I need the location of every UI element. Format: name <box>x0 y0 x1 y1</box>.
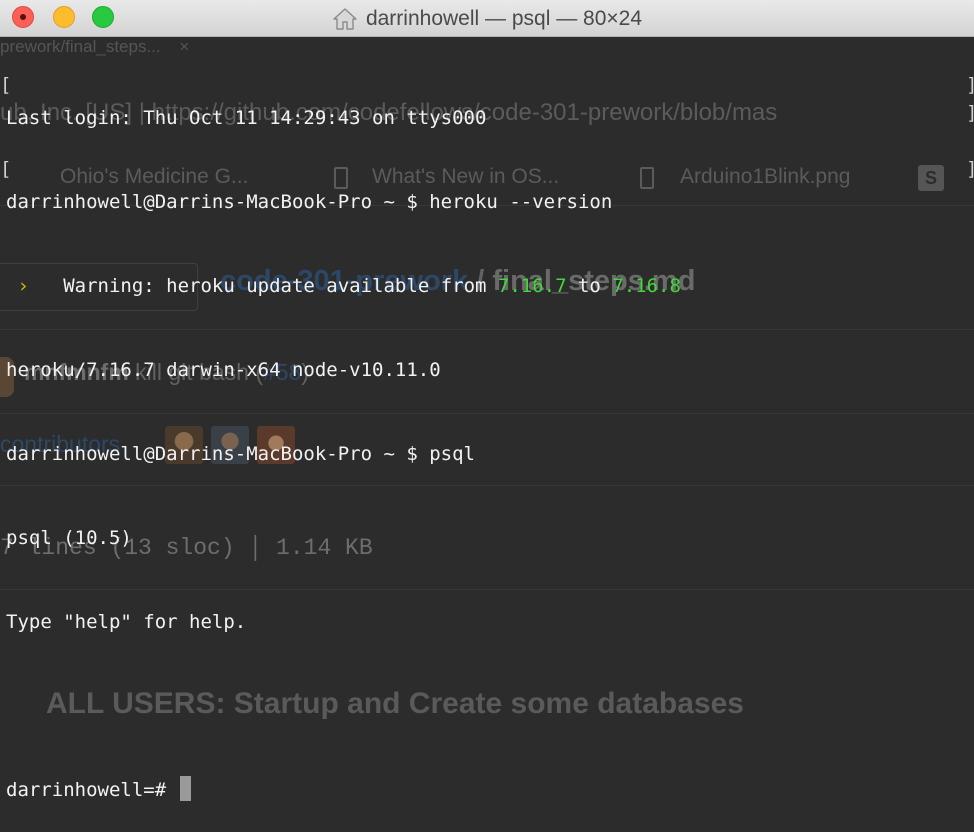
last-login-line: Last login: Thu Oct 11 14:29:43 on ttys0… <box>6 107 487 129</box>
psql-prompt-line[interactable]: darrinhowell=# <box>6 776 681 804</box>
line-marker-bracket: ] <box>966 158 974 180</box>
bookmark-badge-icon: S <box>918 165 944 191</box>
psql-help-hint: Type "help" for help. <box>6 611 247 633</box>
heroku-version-output: heroku/7.16.7 darwin-x64 node-v10.11.0 <box>6 359 441 381</box>
window-titlebar: darrinhowell — psql — 80×24 <box>0 0 974 37</box>
warning-to: to <box>566 275 613 297</box>
background-bookmark-3: Arduino1Blink.png <box>680 165 851 188</box>
line-marker-bracket: ] <box>966 102 974 124</box>
prompt-psql: darrinhowell@Darrins-MacBook-Pro ~ $ psq… <box>6 443 475 465</box>
heroku-warning-line: › Warning: heroku update available from … <box>6 272 681 300</box>
line-marker-bracket: ] <box>966 74 974 96</box>
terminal-output[interactable]: Last login: Thu Oct 11 14:29:43 on ttys0… <box>6 48 681 832</box>
psql-version-line: psql (10.5) <box>6 527 132 549</box>
window-title: darrinhowell — psql — 80×24 <box>365 6 643 30</box>
warning-arrow-icon: › <box>6 275 41 297</box>
psql-prompt: darrinhowell=# <box>6 779 178 801</box>
text-cursor <box>179 776 191 801</box>
home-folder-icon <box>333 7 357 30</box>
prompt-heroku-version: darrinhowell@Darrins-MacBook-Pro ~ $ her… <box>6 191 613 213</box>
window-title-group: darrinhowell — psql — 80×24 <box>0 0 974 37</box>
warning-from-version: 7.16.7 <box>497 275 567 297</box>
warning-to-version: 7.16.8 <box>612 275 681 297</box>
warning-text: Warning: heroku update available from <box>40 275 498 297</box>
